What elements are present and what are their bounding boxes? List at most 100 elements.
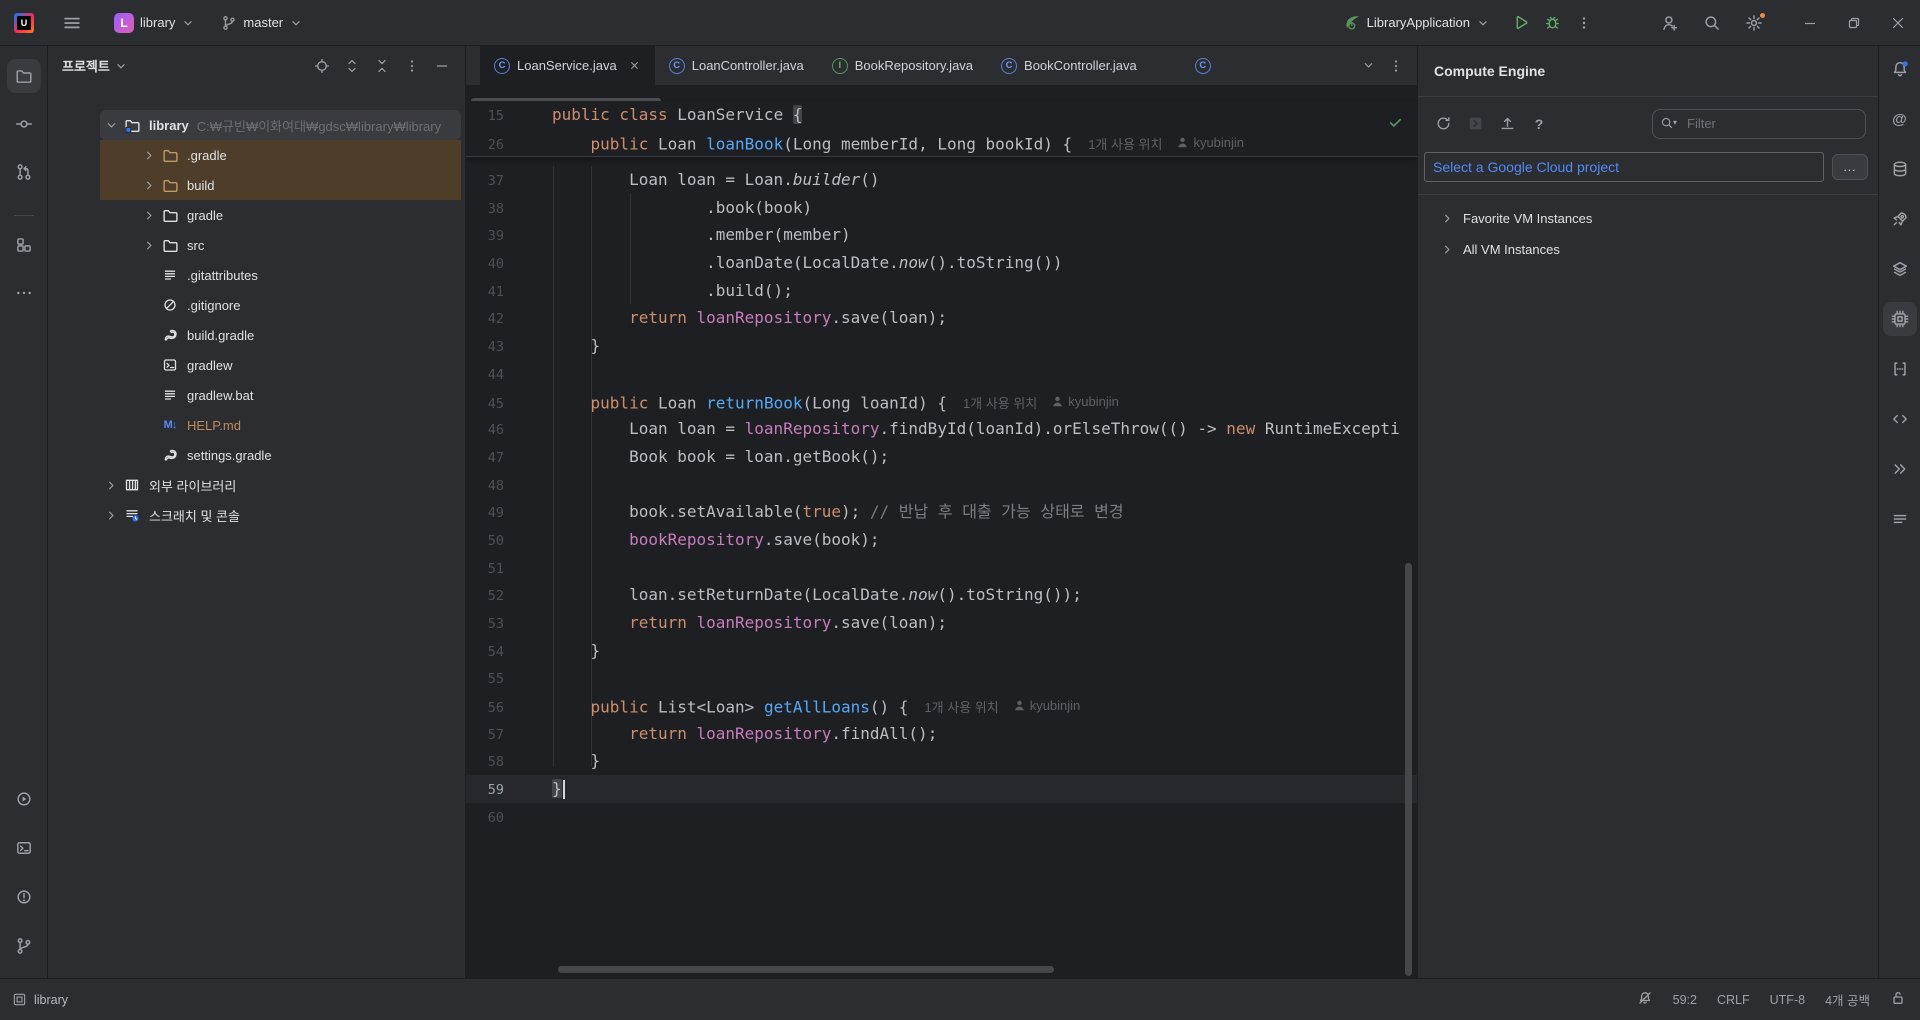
code-line-47[interactable]: 47 Book book = loan.getBook(); [466, 443, 1417, 471]
tool-button-project-folder[interactable] [6, 59, 41, 93]
code-line-38[interactable]: 38 .book(book) [466, 194, 1417, 222]
code-line-40[interactable]: 40 .loanDate(LocalDate.now().toString()) [466, 249, 1417, 277]
tool-button-services[interactable] [7, 782, 41, 816]
tree-item-settings.gradle[interactable]: settings.gradle [48, 440, 465, 470]
run-configuration-widget[interactable]: LibraryApplication [1337, 7, 1496, 39]
refresh-button[interactable] [1430, 111, 1456, 137]
code-line-45[interactable]: 45 public Loan returnBook(Long loanId) {… [466, 388, 1417, 416]
tab-LoanController.java[interactable]: C LoanController.java [655, 46, 818, 85]
run-button[interactable] [1504, 7, 1536, 39]
tool-button-cloud-code[interactable] [1883, 402, 1917, 436]
tool-button-database[interactable] [1883, 152, 1917, 186]
debug-button[interactable] [1536, 7, 1568, 39]
chevron-right-icon[interactable] [138, 178, 160, 193]
chevron-right-icon[interactable] [100, 478, 122, 493]
window-close-button[interactable] [1876, 0, 1920, 46]
code-line-55[interactable]: 55 [466, 664, 1417, 692]
status-project-widget[interactable]: library [12, 992, 68, 1007]
file-encoding[interactable]: UTF-8 [1770, 993, 1805, 1007]
select-project-link[interactable]: Select a Google Cloud project [1433, 159, 1619, 175]
settings-button[interactable] [1738, 7, 1770, 39]
author-inlay-hint[interactable]: kyubinjin [1013, 692, 1080, 720]
code-line-49[interactable]: 49 book.setAvailable(true); // 반납 후 대출 가… [466, 498, 1417, 526]
locate-button[interactable] [309, 53, 335, 79]
tool-button-commit[interactable] [7, 107, 41, 141]
code-with-me-button[interactable] [1654, 7, 1686, 39]
window-minimize-button[interactable] [1788, 0, 1832, 46]
tree-item-library[interactable]: library C:₩규빈₩이화여대₩gdsc₩library₩library [48, 110, 465, 140]
hidden-tabs-button[interactable] [1355, 53, 1381, 79]
code-line-37[interactable]: 37 Loan loan = Loan.builder() [466, 166, 1417, 194]
filter-input[interactable] [1652, 108, 1866, 139]
tool-button-compute-engine[interactable] [1882, 302, 1917, 336]
more-vertical-button[interactable] [399, 53, 425, 79]
tool-button-layers[interactable] [1883, 252, 1917, 286]
tree-item-src[interactable]: src [48, 230, 465, 260]
code-line-36[interactable]: 36 [466, 158, 1417, 166]
tree-item-.gitattributes[interactable]: .gitattributes [48, 260, 465, 290]
search-everywhere-button[interactable] [1696, 7, 1728, 39]
caret-position[interactable]: 59:2 [1673, 993, 1697, 1007]
hide-button[interactable] [429, 53, 455, 79]
vm-tree-item-favorite-vm-instances[interactable]: Favorite VM Instances [1418, 203, 1878, 234]
tab-LoanService.java[interactable]: C LoanService.java [480, 46, 655, 85]
tool-button-build-lines[interactable] [1883, 502, 1917, 536]
chevron-down-icon[interactable] [100, 118, 122, 133]
tool-button-pull-requests[interactable] [7, 155, 41, 189]
vertical-scrollbar[interactable] [1405, 563, 1412, 976]
main-menu-button[interactable] [56, 7, 88, 39]
code-line-54[interactable]: 54 } [466, 637, 1417, 665]
code-line-46[interactable]: 46 Loan loan = loanRepository.findById(l… [466, 415, 1417, 443]
tab-BookController.java[interactable]: C BookController.java [987, 46, 1151, 85]
usages-inlay-hint[interactable]: 1개 사용 위치 [963, 396, 1037, 411]
close-tab-icon[interactable] [628, 59, 641, 72]
vm-tree-item-all-vm-instances[interactable]: All VM Instances [1418, 234, 1878, 265]
tab-BookRepository.java[interactable]: I BookRepository.java [818, 46, 987, 85]
tool-button-cloud-brackets[interactable] [1883, 352, 1917, 386]
code-line-48[interactable]: 48 [466, 471, 1417, 499]
code-line-39[interactable]: 39 .member(member) [466, 221, 1417, 249]
tree-item-build.gradle[interactable]: build.gradle [48, 320, 465, 350]
code-line-41[interactable]: 41 .build(); [466, 277, 1417, 305]
tool-button-problems[interactable] [7, 880, 41, 914]
indent-style[interactable]: 4개 공백 [1825, 990, 1870, 1009]
notifications-disabled-button[interactable] [1637, 990, 1653, 1009]
chevron-right-icon[interactable] [100, 508, 122, 523]
chevron-right-icon[interactable] [138, 148, 160, 163]
run-script-button[interactable] [1462, 111, 1488, 137]
code-line-56[interactable]: 56 public List<Loan> getAllLoans() {1개 사… [466, 692, 1417, 720]
tool-button-version-control[interactable] [7, 929, 41, 963]
chevron-right-icon[interactable] [1440, 211, 1455, 226]
tree-item-외부-라이브러리[interactable]: 외부 라이브러리 [48, 470, 465, 500]
tool-button-ai-spiral[interactable]: @ [1883, 102, 1917, 136]
google-cloud-project-field[interactable]: Select a Google Cloud project [1424, 152, 1824, 182]
code-line-50[interactable]: 50 bookRepository.save(book); [466, 526, 1417, 554]
chevron-right-icon[interactable] [1440, 242, 1455, 257]
code-line-51[interactable]: 51 [466, 554, 1417, 582]
editor-options-button[interactable] [1383, 53, 1409, 79]
author-inlay-hint[interactable]: kyubinjin [1176, 129, 1244, 157]
chevron-right-icon[interactable] [138, 208, 160, 223]
help-button[interactable]: ? [1526, 111, 1552, 137]
usages-inlay-hint[interactable]: 1개 사용 위치 [924, 700, 998, 715]
tool-button-deploy[interactable] [1883, 202, 1917, 236]
author-inlay-hint[interactable]: kyubinjin [1051, 388, 1119, 416]
tool-button-notifications-bell[interactable] [1883, 52, 1917, 86]
window-restore-button[interactable] [1832, 0, 1876, 46]
code-line-26[interactable]: 26 public Loan loanBook(Long memberId, L… [466, 129, 1417, 157]
code-line-58[interactable]: 58 } [466, 747, 1417, 775]
tree-item-gradlew.bat[interactable]: gradlew.bat [48, 380, 465, 410]
vcs-widget[interactable]: master [215, 7, 309, 39]
code-line-44[interactable]: 44 [466, 360, 1417, 388]
upload-button[interactable] [1494, 111, 1520, 137]
tab-overflow[interactable]: C [1185, 46, 1221, 85]
code-editor[interactable]: 15 public class LoanService {26 public Lo… [466, 85, 1417, 978]
code-line-15[interactable]: 15 public class LoanService { [466, 101, 1417, 129]
code-line-52[interactable]: 52 loan.setReturnDate(LocalDate.now().to… [466, 581, 1417, 609]
project-widget[interactable]: L library [108, 7, 201, 39]
code-line-60[interactable]: 60 [466, 803, 1417, 831]
tree-item-.gitignore[interactable]: .gitignore [48, 290, 465, 320]
code-line-43[interactable]: 43 } [466, 332, 1417, 360]
tree-item-gradle[interactable]: gradle [48, 200, 465, 230]
code-line-53[interactable]: 53 return loanRepository.save(loan); [466, 609, 1417, 637]
